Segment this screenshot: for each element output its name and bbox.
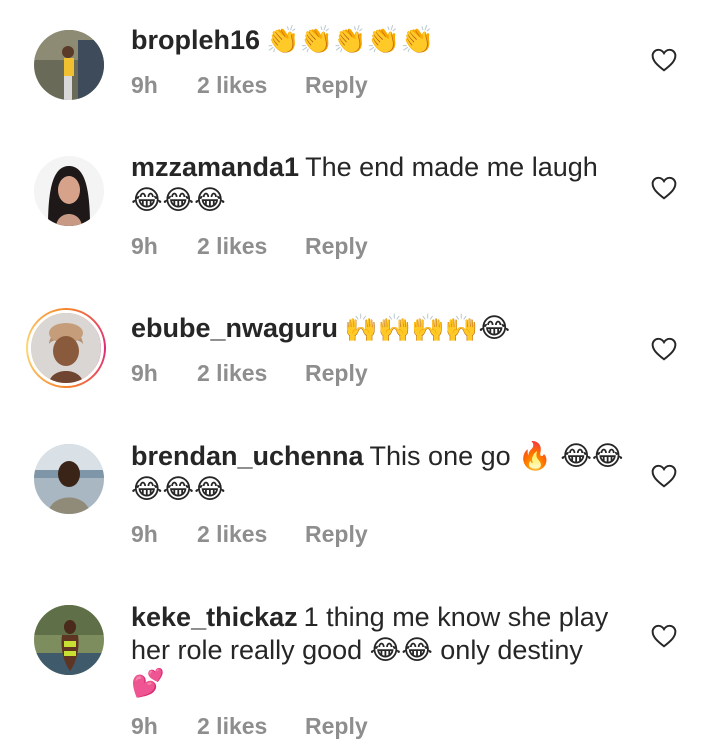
avatar-image — [34, 30, 104, 100]
comment-likes[interactable]: 2 likes — [197, 360, 305, 387]
comment-emoji: 🙌🙌🙌🙌😂 — [344, 313, 511, 344]
heart-outline-icon[interactable] — [651, 176, 677, 200]
comment-time: 9h — [131, 72, 158, 98]
comment-text: brendan_uchenna This one go 🔥 😂😂 😂😂😂 — [131, 440, 631, 506]
avatar-image — [34, 605, 104, 675]
comment-username[interactable]: ebube_nwaguru — [131, 313, 338, 343]
comment-emoji: 🔥 😂😂 — [518, 441, 624, 472]
comment-text: keke_thickaz 1 thing me know she play her… — [131, 601, 631, 700]
comment-time: 9h — [131, 713, 158, 739]
comment-likes[interactable]: 2 likes — [197, 233, 305, 260]
reply-button[interactable]: Reply — [305, 713, 368, 740]
comment-body: This one go — [369, 441, 511, 471]
comment-time: 9h — [131, 521, 158, 547]
avatar[interactable] — [34, 444, 104, 514]
comment-likes[interactable]: 2 likes — [197, 521, 305, 548]
comment-text: ebube_nwaguru 🙌🙌🙌🙌😂 — [131, 312, 631, 345]
comment-text: bropleh16 👏👏👏👏👏 — [131, 24, 631, 57]
reply-button[interactable]: Reply — [305, 72, 368, 99]
avatar[interactable] — [34, 605, 104, 675]
comment-time: 9h — [131, 233, 158, 259]
reply-button[interactable]: Reply — [305, 521, 368, 548]
heart-outline-icon[interactable] — [651, 48, 677, 72]
heart-outline-icon[interactable] — [651, 624, 677, 648]
comment-emoji: 😂😂😂 — [131, 474, 226, 505]
avatar-story-ring[interactable] — [26, 308, 106, 388]
comment-meta: 9h 2 likes Reply — [131, 713, 368, 740]
avatar-image — [34, 444, 104, 514]
comment-meta: 9h 2 likes Reply — [131, 72, 368, 99]
reply-button[interactable]: Reply — [305, 233, 368, 260]
comment-username[interactable]: bropleh16 — [131, 25, 260, 55]
comment-body: The end made me laugh — [305, 152, 598, 182]
comment-emoji: 👏👏👏👏👏 — [266, 25, 435, 56]
heart-outline-icon[interactable] — [651, 464, 677, 488]
avatar-image — [34, 156, 104, 226]
comment-likes[interactable]: 2 likes — [197, 72, 305, 99]
comment-meta: 9h 2 likes Reply — [131, 521, 368, 548]
comment-body: only destiny — [440, 635, 583, 665]
comment-meta: 9h 2 likes Reply — [131, 360, 368, 387]
comment-meta: 9h 2 likes Reply — [131, 233, 368, 260]
avatar[interactable] — [34, 156, 104, 226]
comment-username[interactable]: mzzamanda1 — [131, 152, 299, 182]
comment-emoji: 💕 — [131, 668, 165, 699]
heart-outline-icon[interactable] — [651, 337, 677, 361]
comment-text: mzzamanda1 The end made me laugh 😂😂😂 — [131, 151, 631, 217]
comment-likes[interactable]: 2 likes — [197, 713, 305, 740]
avatar[interactable] — [34, 30, 104, 100]
avatar — [28, 310, 104, 386]
comment-time: 9h — [131, 360, 158, 386]
comment-emoji: 😂😂😂 — [131, 185, 226, 216]
comment-username[interactable]: keke_thickaz — [131, 602, 298, 632]
avatar-image — [31, 313, 101, 383]
comment-emoji: 😂😂 — [369, 635, 433, 666]
reply-button[interactable]: Reply — [305, 360, 368, 387]
comment-username[interactable]: brendan_uchenna — [131, 441, 364, 471]
